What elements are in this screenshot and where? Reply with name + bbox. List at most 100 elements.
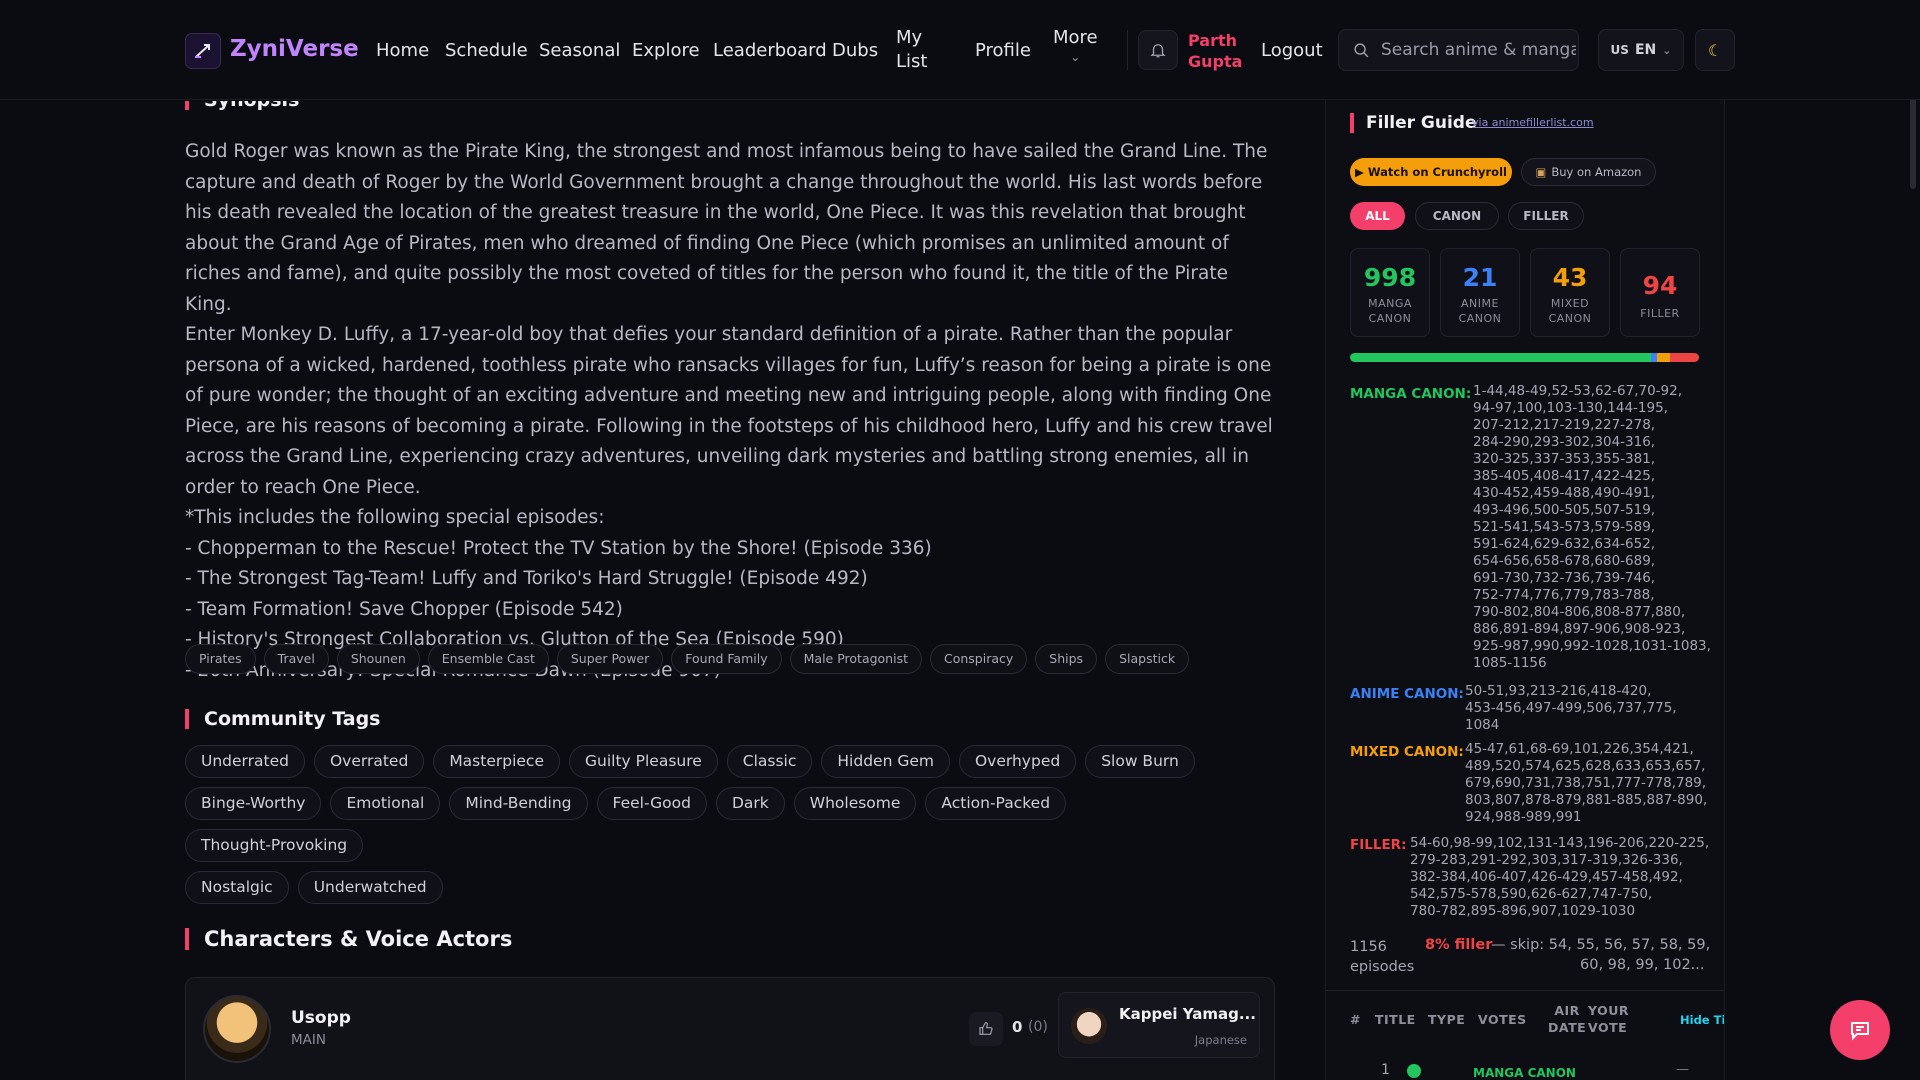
community-tag[interactable]: Hidden Gem <box>821 745 950 778</box>
episode-range-line: 790-802,804-806,808-877,880, <box>1473 604 1686 620</box>
language-selector[interactable]: US EN ⌄ <box>1598 29 1684 71</box>
community-tag[interactable]: Action-Packed <box>925 787 1067 820</box>
genre-tag[interactable]: Pirates <box>185 644 256 674</box>
logout-button[interactable]: Logout <box>1261 40 1323 61</box>
crunchyroll-button[interactable]: ▶ Watch on Crunchyroll <box>1350 158 1512 186</box>
episode-range-line: 453-456,497-499,506,737,775, <box>1465 700 1677 716</box>
stat-manga-canon: 998 MANGA CANON <box>1350 248 1430 337</box>
genre-tag[interactable]: Shounen <box>336 644 420 674</box>
hide-titles-toggle[interactable]: Hide Ti <box>1680 1013 1724 1027</box>
community-tag[interactable]: Feel-Good <box>596 787 707 820</box>
stat-label: CANON <box>1458 312 1502 325</box>
community-tag[interactable]: Slow Burn <box>1085 745 1195 778</box>
user-name-link[interactable]: Parth Gupta <box>1188 30 1242 72</box>
nav-leaderboard[interactable]: Leaderboard <box>713 40 827 61</box>
col-date-label: DATE <box>1548 1020 1587 1035</box>
episode-range-line: 430-452,459-488,490-491, <box>1473 485 1656 501</box>
nav-schedule[interactable]: Schedule <box>445 40 528 61</box>
character-card[interactable]: Usopp MAIN 0 (0) Kappei Yamag... Japanes… <box>185 977 1275 1080</box>
manga-canon-label: MANGA CANON: <box>1350 386 1472 402</box>
community-tag[interactable]: Underwatched <box>297 871 443 904</box>
moon-icon[interactable]: ☾ <box>1695 29 1735 71</box>
col-type-header[interactable]: TYPE <box>1428 1011 1465 1028</box>
voice-actor-card[interactable]: Kappei Yamag... Japanese <box>1058 992 1260 1058</box>
filler-ranges: 54-60,98-99,102,131-143,196-206,220-225,… <box>1410 835 1722 920</box>
nav-more[interactable]: More ⌄ <box>1053 26 1098 64</box>
filler-source-link[interactable]: via animefillerlist.com <box>1472 116 1594 129</box>
episode-range-line: 284-290,293-302,304-316, <box>1473 434 1656 450</box>
genre-tag[interactable]: Ensemble Cast <box>427 644 549 674</box>
app-name[interactable]: ZyniVerse <box>230 36 359 62</box>
community-tag[interactable]: Overrated <box>313 745 425 778</box>
genre-tag[interactable]: Ships <box>1035 644 1098 674</box>
table-divider <box>1326 990 1724 991</box>
special-episode-item: - Chopperman to the Rescue! Protect the … <box>185 537 932 559</box>
search-box[interactable] <box>1338 29 1579 71</box>
community-tag[interactable]: Masterpiece <box>433 745 560 778</box>
filter-filler-tab[interactable]: FILLER <box>1508 202 1584 230</box>
nav-profile[interactable]: Profile <box>975 40 1031 61</box>
nav-my-list[interactable]: My List <box>896 26 927 74</box>
community-tag[interactable]: Mind-Bending <box>449 787 588 820</box>
nav-dubs[interactable]: Dubs <box>832 40 878 61</box>
episode-range-line: 924,988-989,991 <box>1465 809 1582 825</box>
community-tag[interactable]: Wholesome <box>793 787 917 820</box>
notification-bell-icon[interactable] <box>1138 30 1178 70</box>
community-tag[interactable]: Dark <box>715 787 785 820</box>
thumbs-up-icon[interactable] <box>969 1012 1003 1046</box>
skip-episodes-line1: — skip: 54, 55, 56, 57, 58, 59, <box>1491 937 1711 953</box>
us-flag-icon: US <box>1610 43 1629 57</box>
genre-tag[interactable]: Slapstick <box>1105 644 1190 674</box>
col-votes-header[interactable]: VOTES <box>1478 1011 1527 1028</box>
synopsis-paragraph: Gold Roger was known as the Pirate King,… <box>185 141 1268 315</box>
chat-bubble-icon[interactable] <box>1830 1000 1890 1060</box>
bar-segment-filler <box>1670 353 1699 362</box>
amazon-label: Buy on Amazon <box>1551 165 1642 179</box>
col-title-header[interactable]: TITLE <box>1375 1011 1416 1028</box>
community-tag[interactable]: Underrated <box>185 745 305 778</box>
search-input[interactable] <box>1381 30 1576 70</box>
crunchyroll-label: Watch on Crunchyroll <box>1367 165 1507 179</box>
genre-tag[interactable]: Travel <box>263 644 329 674</box>
community-tag[interactable]: Nostalgic <box>185 871 289 904</box>
community-tag[interactable]: Binge-Worthy <box>185 787 322 820</box>
user-first-name: Parth <box>1188 31 1238 50</box>
genre-tag[interactable]: Conspiracy <box>930 644 1028 674</box>
language-code: EN <box>1634 42 1657 58</box>
filter-all-tab[interactable]: ALL <box>1350 202 1405 230</box>
community-tag[interactable]: Thought-Provoking <box>185 829 364 862</box>
filler-guide-title: Filler Guide <box>1350 113 1477 133</box>
episode-range-line: 752-774,776,779,783-788, <box>1473 587 1655 603</box>
community-tag[interactable]: Guilty Pleasure <box>569 745 718 778</box>
amazon-button[interactable]: ▣ Buy on Amazon <box>1521 158 1656 186</box>
filler-label: FILLER: <box>1350 837 1407 853</box>
community-tag[interactable]: Classic <box>726 745 813 778</box>
genre-tag[interactable]: Super Power <box>556 644 664 674</box>
genre-tag[interactable]: Found Family <box>671 644 782 674</box>
special-episode-item: - Team Formation! Save Chopper (Episode … <box>185 598 623 620</box>
episode-range-line: 925-987,990,992-1028,1031-1083, <box>1473 638 1711 654</box>
community-tag[interactable]: Overhyped <box>958 745 1077 778</box>
app-logo-icon[interactable] <box>185 33 221 69</box>
status-dot-icon <box>1407 1064 1421 1078</box>
nav-divider <box>1127 30 1128 70</box>
col-air-label: AIR <box>1554 1003 1580 1018</box>
col-air-date-header[interactable]: AIR DATE <box>1548 1002 1586 1036</box>
episode-range-line: 780-782,895-896,907,1029-1030 <box>1410 903 1636 919</box>
nav-home[interactable]: Home <box>376 40 429 61</box>
filter-canon-tab[interactable]: CANON <box>1415 202 1499 230</box>
anime-canon-ranges: 50-51,93,213-216,418-420, 453-456,497-499… <box>1465 683 1715 734</box>
nav-seasonal[interactable]: Seasonal <box>539 40 620 61</box>
episode-range-line: 54-60,98-99,102,131-143,196-206,220-225, <box>1410 835 1710 851</box>
community-tag[interactable]: Emotional <box>330 787 441 820</box>
stat-value: 43 <box>1552 263 1588 292</box>
episode-range-line: 654-656,658-678,680-689, <box>1473 553 1656 569</box>
stat-label: ANIME <box>1461 297 1499 310</box>
character-name[interactable]: Usopp <box>291 1008 351 1028</box>
episode-range-line: 385-405,408-417,422-425, <box>1473 468 1656 484</box>
episode-range-line: 1084 <box>1465 717 1500 733</box>
col-number-header: # <box>1350 1012 1361 1027</box>
episode-range-line: 320-325,337-353,355-381, <box>1473 451 1656 467</box>
nav-explore[interactable]: Explore <box>632 40 700 61</box>
genre-tag[interactable]: Male Protagonist <box>789 644 922 674</box>
